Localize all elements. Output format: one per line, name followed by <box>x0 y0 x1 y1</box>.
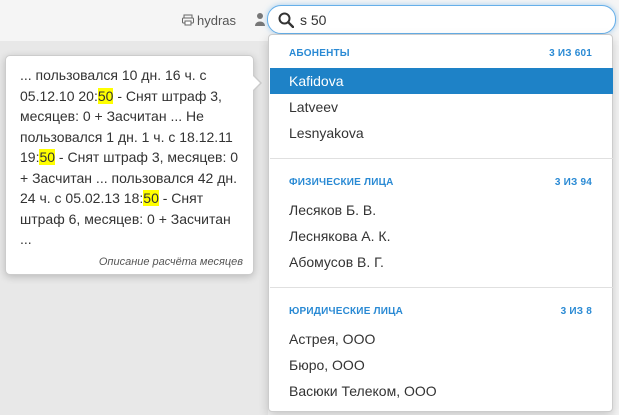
section-title: ФИЗИЧЕСКИЕ ЛИЦА <box>289 177 394 188</box>
search-match-highlight: 50 <box>97 87 114 104</box>
result-item[interactable]: Kafidova <box>270 68 613 94</box>
section-title: АБОНЕНТЫ <box>289 48 350 59</box>
result-item[interactable]: Лесяков Б. В. <box>270 197 613 223</box>
search-match-highlight: 50 <box>39 149 56 165</box>
description-popover: ... пользовался 10 дн. 16 ч. с 05.12.10 … <box>5 55 262 275</box>
popover-arrow <box>252 74 262 92</box>
result-item[interactable]: Леснякова А. К. <box>270 223 613 249</box>
section-header: АБОНЕНТЫ 3 ИЗ 601 <box>289 48 592 62</box>
result-item[interactable]: Абомусов В. Г. <box>270 249 613 275</box>
user-name: hydras <box>197 12 237 28</box>
section-divider <box>270 287 613 288</box>
result-item[interactable]: Бюро, ООО <box>270 352 613 378</box>
popover-text: ... пользовался 10 дн. 16 ч. с 05.12.10 … <box>20 65 243 250</box>
user-link[interactable]: hydras <box>182 11 236 29</box>
search-input[interactable] <box>300 11 590 28</box>
search-match-highlight: 50 <box>143 190 159 206</box>
section-header: ЮРИДИЧЕСКИЕ ЛИЦА 3 ИЗ 8 <box>289 306 592 320</box>
popover-caption: Описание расчёта месяцев <box>98 256 243 268</box>
person-icon[interactable] <box>255 12 265 26</box>
search-box[interactable] <box>267 5 616 34</box>
section-count[interactable]: 3 ИЗ 601 <box>549 48 592 59</box>
section-header: ФИЗИЧЕСКИЕ ЛИЦА 3 ИЗ 94 <box>289 177 592 191</box>
section-count[interactable]: 3 ИЗ 94 <box>555 177 592 188</box>
section-count[interactable]: 3 ИЗ 8 <box>561 306 592 317</box>
result-item[interactable]: Lesnyakova <box>270 120 613 146</box>
search-results-dropdown: АБОНЕНТЫ 3 ИЗ 601 Kafidova Latveev Lesnyakov… <box>268 34 613 412</box>
section-divider <box>270 158 613 159</box>
search-icon <box>278 12 294 28</box>
result-item[interactable]: Latveev <box>270 94 613 120</box>
section-title: ЮРИДИЧЕСКИЕ ЛИЦА <box>289 306 404 317</box>
result-item[interactable]: Астрея, ООО <box>270 326 613 352</box>
result-item[interactable]: Васюки Телеком, ООО <box>270 378 613 404</box>
printer-icon <box>182 14 194 26</box>
